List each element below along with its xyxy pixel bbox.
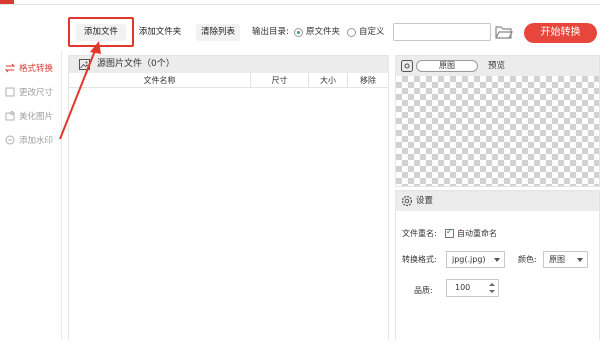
divider: [0, 4, 600, 5]
color-select[interactable]: 原图: [543, 251, 588, 268]
sidebar: 格式转换 更改尺寸 美化图片 添加水印: [0, 50, 62, 340]
settings-header: 设置: [396, 191, 599, 211]
column-header: 大小: [320, 76, 336, 85]
stepper-up-icon[interactable]: [489, 283, 495, 286]
chevron-down-icon: [494, 258, 500, 262]
format-select-value: jpg(.jpg): [452, 255, 486, 264]
file-list-panel: 源图片文件（0个） 文件名称 尺寸 大小 移除: [68, 55, 389, 340]
color-select-value: 原图: [549, 255, 565, 264]
sidebar-item-format-convert[interactable]: 格式转换: [5, 60, 61, 76]
resize-icon: [5, 87, 15, 97]
column-header: 移除: [360, 76, 376, 85]
file-panel-title: 源图片文件（0个）: [97, 59, 175, 69]
auto-rename-label: 自动重命名: [457, 229, 497, 238]
preview-canvas: [396, 76, 599, 186]
toolbar: 添加文件 添加文件夹 清除列表 输出目录: 原文件夹 自定义 开始转换: [68, 14, 600, 50]
sidebar-item-label: 更改尺寸: [19, 88, 54, 98]
format-select[interactable]: jpg(.jpg): [446, 251, 505, 268]
gear-icon: [401, 195, 413, 207]
sidebar-item-label: 格式转换: [19, 64, 54, 74]
settings-title: 设置: [416, 196, 434, 206]
file-table-header: 文件名称 尺寸 大小 移除: [69, 73, 388, 88]
auto-rename-checkbox[interactable]: [445, 227, 454, 238]
preview-header: 原图 预览: [396, 56, 599, 76]
eye-preview-icon: [401, 60, 413, 72]
quality-label: 品质:: [414, 286, 433, 295]
add-folder-button[interactable]: 添加文件夹: [136, 24, 184, 41]
radio-custom-folder[interactable]: [347, 28, 356, 37]
quality-value: 100: [455, 283, 471, 292]
output-dir-label: 输出目录:: [252, 27, 289, 37]
sidebar-item-beautify[interactable]: 美化图片: [5, 108, 61, 124]
stepper-down-icon[interactable]: [489, 290, 495, 293]
output-path-input[interactable]: [393, 23, 491, 41]
option-custom-label: 自定义: [359, 27, 385, 37]
sidebar-item-label: 添加水印: [19, 136, 54, 146]
color-label: 颜色:: [518, 255, 537, 264]
column-header: 文件名称: [143, 76, 176, 85]
sidebar-item-label: 美化图片: [19, 112, 54, 122]
preview-mode-select[interactable]: 原图: [416, 60, 478, 72]
format-label: 转换格式:: [402, 255, 437, 264]
preview-panel: 原图 预览: [395, 55, 600, 187]
quality-stepper[interactable]: 100: [446, 279, 499, 297]
watermark-icon: [5, 135, 15, 145]
beautify-icon: [5, 111, 15, 121]
sidebar-item-resize[interactable]: 更改尺寸: [5, 84, 61, 100]
open-folder-icon[interactable]: [495, 24, 513, 40]
format-convert-icon: [5, 63, 15, 73]
image-file-icon: [79, 59, 90, 70]
file-panel-header: 源图片文件（0个）: [69, 56, 388, 73]
clear-list-button[interactable]: 清除列表: [196, 24, 240, 41]
preview-label: 预览: [488, 61, 506, 71]
settings-panel: 设置 文件重名: 自动重命名 转换格式: jpg(.jpg) 颜色: 原图 品质…: [395, 190, 600, 340]
rename-label: 文件重名:: [402, 229, 437, 238]
start-convert-button[interactable]: 开始转换: [524, 23, 597, 43]
sidebar-item-watermark[interactable]: 添加水印: [5, 132, 61, 148]
column-header: 尺寸: [271, 76, 288, 85]
radio-original-folder[interactable]: [294, 28, 303, 37]
option-original-label: 原文件夹: [306, 27, 341, 37]
chevron-down-icon: [577, 258, 583, 262]
add-file-button[interactable]: 添加文件: [76, 24, 126, 41]
